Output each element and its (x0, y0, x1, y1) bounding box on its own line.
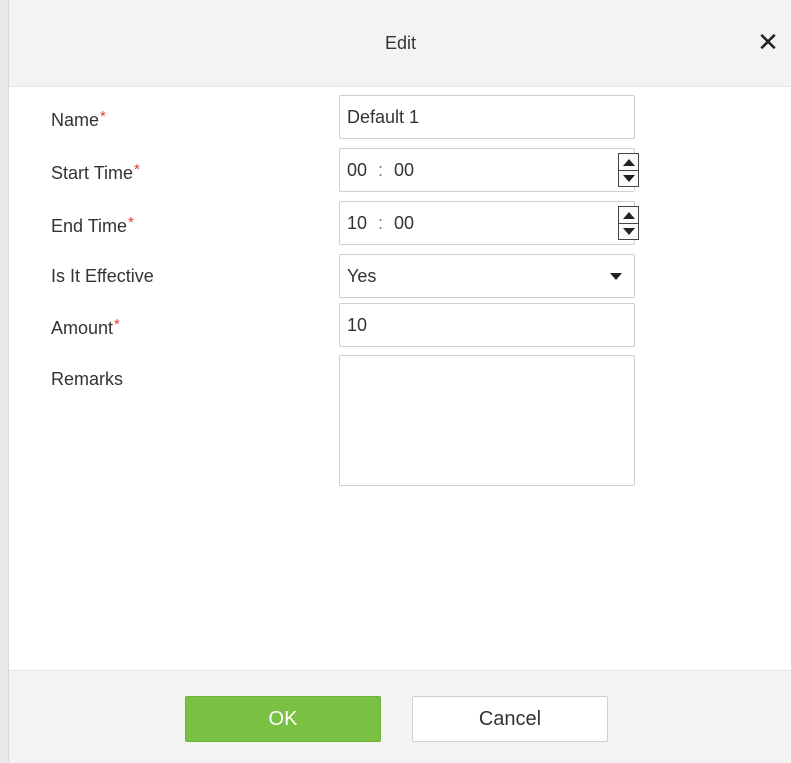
time-separator: : (378, 160, 384, 180)
remarks-textarea[interactable] (339, 355, 635, 486)
spin-down-icon[interactable] (619, 170, 638, 186)
chevron-down-icon[interactable] (610, 273, 622, 280)
close-icon[interactable]: ✕ (754, 27, 782, 57)
spin-up-icon[interactable] (619, 154, 638, 171)
start-time-minute[interactable]: 00 (394, 160, 414, 180)
remarks-label: Remarks (51, 369, 124, 389)
spin-down-icon[interactable] (619, 223, 638, 239)
dialog-title: Edit (384, 33, 417, 53)
dialog-footer: OK Cancel (9, 670, 791, 763)
name-input[interactable]: Default 1 (339, 95, 635, 139)
start-time-label-text: Start Time (51, 163, 134, 183)
end-time-spinner (618, 206, 639, 240)
edit-dialog: Edit ✕ Name* Default 1 Start Time* 00:00… (8, 0, 791, 763)
end-time-minute[interactable]: 00 (394, 213, 414, 233)
required-mark: * (128, 214, 134, 231)
name-label: Name* (51, 105, 106, 132)
amount-label-text: Amount (51, 318, 114, 338)
end-time-label-text: End Time (51, 216, 128, 236)
required-mark: * (134, 161, 140, 178)
is-effective-select[interactable]: Yes (339, 254, 635, 298)
dialog-header: Edit ✕ (9, 0, 791, 87)
name-label-text: Name (51, 110, 100, 130)
is-effective-value: Yes (347, 266, 377, 286)
amount-input[interactable]: 10 (339, 303, 635, 347)
start-time-label: Start Time* (51, 158, 140, 185)
required-mark: * (100, 108, 106, 125)
end-time-input[interactable]: 10:00 (339, 201, 639, 245)
start-time-input[interactable]: 00:00 (339, 148, 639, 192)
is-effective-label: Is It Effective (51, 266, 154, 286)
start-time-spinner (618, 153, 639, 187)
end-time-label: End Time* (51, 211, 134, 238)
end-time-hour[interactable]: 10 (347, 213, 367, 233)
amount-label: Amount* (51, 313, 120, 340)
spin-up-icon[interactable] (619, 207, 638, 224)
required-mark: * (114, 316, 120, 333)
time-separator: : (378, 213, 384, 233)
start-time-hour[interactable]: 00 (347, 160, 367, 180)
cancel-button[interactable]: Cancel (412, 696, 608, 742)
ok-button[interactable]: OK (185, 696, 381, 742)
